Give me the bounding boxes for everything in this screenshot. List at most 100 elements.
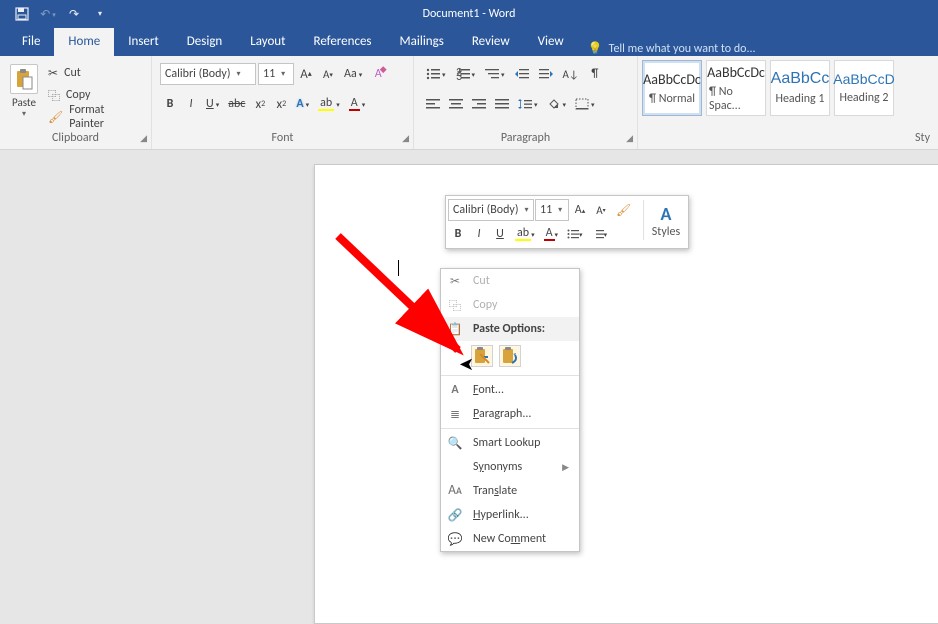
tab-review[interactable]: Review <box>458 28 524 56</box>
tab-view[interactable]: View <box>524 28 578 56</box>
mini-font-combo[interactable]: Calibri (Body)▾ <box>448 199 534 221</box>
mini-underline[interactable]: U <box>490 223 510 245</box>
ctx-smart-lookup[interactable]: 🔍Smart Lookup <box>441 431 579 455</box>
paragraph-dialog-launcher[interactable]: ◢ <box>626 132 633 146</box>
mini-bullets[interactable]: ▾ <box>563 223 587 245</box>
ctx-hyperlink[interactable]: 🔗Hyperlink... <box>441 503 579 527</box>
format-painter-button[interactable]: 🖌Format Painter <box>44 108 145 126</box>
scissors-icon: ✂ <box>48 66 58 81</box>
copy-label: Copy <box>66 88 90 102</box>
align-right-button[interactable] <box>468 93 490 115</box>
mini-size-combo[interactable]: 11▾ <box>535 199 569 221</box>
ctx-translate[interactable]: 🗛Translate <box>441 479 579 503</box>
bold-button[interactable]: B <box>160 93 180 115</box>
shading-button[interactable]: ▾ <box>543 93 571 115</box>
style-preview: AaBbCc <box>771 70 830 88</box>
clear-formatting-button[interactable]: A◆ <box>368 63 388 85</box>
mini-styles-button[interactable]: A Styles <box>646 198 686 244</box>
paste-dropdown[interactable]: ▾ <box>22 109 26 119</box>
tab-insert[interactable]: Insert <box>114 28 173 56</box>
comment-icon: 💬 <box>447 532 463 547</box>
cut-button[interactable]: ✂ Cut <box>44 64 145 82</box>
cut-label: Cut <box>64 66 81 80</box>
highlight-button[interactable]: ab▾ <box>314 93 344 115</box>
ctx-cut: ✂Cut <box>441 269 579 293</box>
decrease-indent-button[interactable] <box>511 63 533 85</box>
redo-button[interactable]: ↷ <box>62 2 86 26</box>
style-preview: AaBbCcDc <box>707 64 765 81</box>
mini-font-color[interactable]: A▾ <box>540 223 562 245</box>
underline-button[interactable]: U▾ <box>202 93 223 115</box>
numbering-button[interactable]: 123▾ <box>452 63 480 85</box>
mini-format-painter[interactable]: 🖌 <box>612 199 635 221</box>
mini-shrink-font[interactable]: A▾ <box>591 199 611 221</box>
grow-font-button[interactable]: A▴ <box>296 63 316 85</box>
style-name: ¶ No Spac... <box>709 85 763 113</box>
paste-keep-text-only[interactable] <box>499 345 521 367</box>
align-center-button[interactable] <box>445 93 467 115</box>
qat-customize-button[interactable]: ▾ <box>88 2 112 26</box>
ctx-new-comment[interactable]: 💬New Comment <box>441 527 579 551</box>
tab-layout[interactable]: Layout <box>236 28 299 56</box>
superscript-button[interactable]: x2 <box>271 93 291 115</box>
group-styles: AaBbCcDc ¶ Normal AaBbCcDc ¶ No Spac... … <box>638 56 938 149</box>
mini-size-value: 11 <box>540 203 552 217</box>
tab-home[interactable]: Home <box>54 28 114 56</box>
ctx-paragraph[interactable]: ≣Paragraph... <box>441 402 579 426</box>
mini-font-value: Calibri (Body) <box>453 203 518 217</box>
multilevel-list-button[interactable]: ▾ <box>481 63 509 85</box>
paste-keep-source-formatting[interactable] <box>471 345 493 367</box>
justify-button[interactable] <box>491 93 513 115</box>
mini-grow-font[interactable]: A▴ <box>570 199 590 221</box>
subscript-button[interactable]: x2 <box>250 93 270 115</box>
undo-button[interactable]: ↶▾ <box>36 2 60 26</box>
font-name-combo[interactable]: Calibri (Body)▾ <box>160 63 256 85</box>
mini-numbering[interactable]: ▾ <box>588 223 612 245</box>
text-effects-button[interactable]: A▾ <box>292 93 313 115</box>
save-button[interactable] <box>10 2 34 26</box>
paste-button[interactable]: Paste ▾ <box>6 60 44 119</box>
copy-button[interactable]: ⿻Copy <box>44 86 145 104</box>
mini-bold[interactable]: B <box>448 223 468 245</box>
borders-button[interactable]: ▾ <box>571 93 599 115</box>
line-spacing-button[interactable]: ▾ <box>514 93 542 115</box>
font-dialog-launcher[interactable]: ◢ <box>402 132 409 146</box>
ctx-copy: ⿻Copy <box>441 293 579 317</box>
ctx-font[interactable]: AFont... <box>441 378 579 402</box>
italic-button[interactable]: I <box>181 93 201 115</box>
font-color-button[interactable]: A▾ <box>345 93 369 115</box>
window-title: Document1 - Word <box>0 7 938 21</box>
chevron-right-icon: ▶ <box>562 462 569 473</box>
change-case-button[interactable]: Aa▾ <box>340 63 366 85</box>
paste-label: Paste <box>12 96 36 109</box>
tab-design[interactable]: Design <box>173 28 236 56</box>
tab-references[interactable]: References <box>300 28 386 56</box>
mini-italic[interactable]: I <box>469 223 489 245</box>
style-name: ¶ Normal <box>649 92 695 106</box>
style-name: Heading 2 <box>839 91 888 105</box>
align-left-button[interactable] <box>422 93 444 115</box>
shrink-font-button[interactable]: A▾ <box>318 63 338 85</box>
style-tile-normal[interactable]: AaBbCcDc ¶ Normal <box>642 60 702 116</box>
bullets-button[interactable]: ▾ <box>422 63 450 85</box>
show-hide-button[interactable]: ¶ <box>585 63 605 85</box>
clipboard-dialog-launcher[interactable]: ◢ <box>140 132 147 146</box>
translate-icon: 🗛 <box>447 484 463 498</box>
mini-highlight[interactable]: ab▾ <box>511 223 539 245</box>
font-size-combo[interactable]: 11▾ <box>258 63 294 85</box>
context-menu: ✂Cut ⿻Copy 📋Paste Options: AFont... ≣Par… <box>440 268 580 552</box>
increase-indent-button[interactable] <box>535 63 557 85</box>
sort-button[interactable]: A↓ <box>559 63 583 85</box>
tell-me-search[interactable]: 💡 Tell me what you want to do... <box>588 41 756 56</box>
ctx-synonyms[interactable]: Synonyms▶ <box>441 455 579 479</box>
group-clipboard: Paste ▾ ✂Cut ⿻Copy 🖌Format Painter Clipb… <box>0 56 152 149</box>
style-tile-heading2[interactable]: AaBbCcD Heading 2 <box>834 60 894 116</box>
style-tile-nospacing[interactable]: AaBbCcDc ¶ No Spac... <box>706 60 766 116</box>
tab-file[interactable]: File <box>8 28 54 56</box>
hyperlink-icon: 🔗 <box>447 508 463 523</box>
tab-mailings[interactable]: Mailings <box>386 28 458 56</box>
scissors-icon: ✂ <box>447 274 463 289</box>
strikethrough-button[interactable]: abc <box>224 93 249 115</box>
styles-group-label: Sty <box>915 131 930 145</box>
style-tile-heading1[interactable]: AaBbCc Heading 1 <box>770 60 830 116</box>
